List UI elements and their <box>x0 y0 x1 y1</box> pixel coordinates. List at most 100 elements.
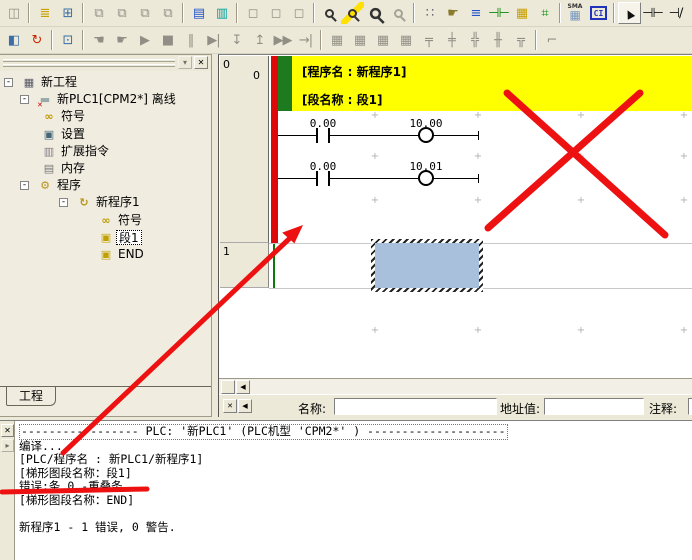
paste-z-icon: ⧉ <box>87 2 110 24</box>
view-x-icon: ◻ <box>264 2 287 24</box>
cross-reference-icon[interactable]: CI <box>587 2 610 24</box>
comment-input[interactable] <box>688 398 692 415</box>
tree-item-符号[interactable]: 符号 <box>0 213 211 229</box>
panel-gripper[interactable] <box>3 64 175 67</box>
coil-operand: 10.00 <box>402 117 450 130</box>
cursor-rung-bar <box>273 243 275 288</box>
toolbar-separator <box>82 30 84 50</box>
right-bus-tick <box>478 174 479 183</box>
tree-expander-icon[interactable]: - <box>20 181 29 190</box>
grid-cross: + <box>370 326 380 336</box>
tee-join-icon: ╦ <box>509 29 532 51</box>
tree-item-程序[interactable]: -程序 <box>0 178 211 194</box>
main-toolbar: ◫≣⊞⧉⧉⧉⧉▤▥◻◻◻∷☛≡⊣⊢▦⌗CI⊣⊢⊣∕ <box>0 0 692 27</box>
tree-item-符号[interactable]: 符号 <box>0 109 211 125</box>
step-number: 0 <box>253 69 260 82</box>
ladder-view-icon[interactable]: ▦ <box>510 2 533 24</box>
symbols-icon <box>97 213 115 228</box>
pause-hand-icon: ☚ <box>87 29 110 51</box>
program-name-text: [程序名 : 新程序1] <box>302 63 406 80</box>
tree-expander-icon[interactable]: - <box>4 78 13 87</box>
section-list-icon[interactable]: ▤ <box>187 2 210 24</box>
ladder-horizontal-scrollbar[interactable]: ◀ <box>219 378 692 394</box>
tree-item-扩展指令[interactable]: 扩展指令 <box>0 144 211 160</box>
paste-x-icon: ⧉ <box>110 2 133 24</box>
project-tree: -新工程-新PLC1[CPM2*] 离线符号设置扩展指令内存-程序-新程序1符号… <box>0 71 211 386</box>
tree-item-段1[interactable]: 段1 <box>0 230 211 246</box>
project-icon <box>20 75 38 90</box>
contact-bar <box>316 128 318 143</box>
contact-bar <box>316 171 318 186</box>
tree-expander-icon[interactable]: - <box>20 95 29 104</box>
output-side-strip: ✕ ▸ <box>0 421 15 560</box>
name-input[interactable] <box>334 398 497 415</box>
cx-programmer-window: { "colors": { "chrome": "#ece9d8", "hdr-… <box>0 0 692 560</box>
grid-toggle-icon[interactable]: ∷ <box>418 2 441 24</box>
tree-item-label: 符号 <box>116 213 144 228</box>
work-online-icon[interactable]: ◧ <box>2 29 25 51</box>
io-monitor-icon[interactable]: ⊣⊢ <box>487 2 510 24</box>
contact-operand: 0.00 <box>299 117 347 130</box>
toolbar-separator <box>613 3 615 23</box>
tree-item-label: 设置 <box>59 127 87 142</box>
panel-gripper[interactable] <box>3 59 175 62</box>
programs-icon <box>36 178 54 193</box>
monitor-window-3-icon: ▦ <box>371 29 394 51</box>
select-arrow-icon[interactable] <box>618 2 641 24</box>
zoom-fit-icon[interactable] <box>341 2 364 24</box>
grid-cross: + <box>576 152 586 162</box>
online-edit-icon[interactable]: ↻ <box>25 29 48 51</box>
output-line: [PLC/程序名 : 新PLC1/新程序1] <box>19 453 690 467</box>
right-bus-tick <box>478 131 479 140</box>
symbol-display-icon[interactable]: ☛ <box>441 2 464 24</box>
statusbar-left-button[interactable]: ◀ <box>238 399 252 413</box>
zoom-large-icon[interactable] <box>364 2 387 24</box>
rung-number: 0 <box>223 58 230 71</box>
run-to-end-icon: →| <box>294 29 317 51</box>
download-program-icon[interactable]: ≣ <box>33 2 56 24</box>
output-line <box>19 508 690 522</box>
main-area: ▾ ✕ -新工程-新PLC1[CPM2*] 离线符号设置扩展指令内存-程序-新程… <box>0 54 692 417</box>
rung-wire <box>278 135 478 136</box>
tree-item-label: 新程序1 <box>94 195 142 210</box>
selected-cell[interactable] <box>371 239 483 292</box>
ladder-drawing-area[interactable]: 0 0 1 [程序名 : 新程序1] [段名称 : 段1] 0.0010.000… <box>219 55 692 378</box>
tree-item-新PLC1[CPM2*] 离线[interactable]: -新PLC1[CPM2*] 离线 <box>0 92 211 108</box>
tree-item-设置[interactable]: 设置 <box>0 127 211 143</box>
watch-window-icon[interactable]: ▥ <box>210 2 233 24</box>
statusbar-close-button[interactable]: ✕ <box>223 399 237 413</box>
grid-cross: + <box>370 111 380 121</box>
grid-cross: + <box>370 152 380 162</box>
output-close-button[interactable]: ✕ <box>1 424 14 437</box>
rung-comment-icon[interactable]: ≡ <box>464 2 487 24</box>
zoom-in-icon[interactable] <box>318 2 341 24</box>
compile-output-text[interactable]: ----------------- PLC: '新PLC1' (PLC机型 'C… <box>17 421 692 560</box>
transfer-to-plc-icon[interactable]: ⊡ <box>56 29 79 51</box>
panel-close-button[interactable]: ✕ <box>194 56 208 69</box>
scroll-left-button[interactable]: ◀ <box>236 380 250 394</box>
grid-cross: + <box>473 111 483 121</box>
vertical-updown-icon: ╪ <box>440 29 463 51</box>
paste-minus-icon: ⧉ <box>156 2 179 24</box>
new-contact-icon[interactable]: ⊣⊢ <box>641 2 664 24</box>
address-input[interactable] <box>544 398 644 415</box>
tree-item-新程序1[interactable]: - 新程序1 <box>0 195 211 211</box>
grid-cross: + <box>473 196 483 206</box>
mnemonic-view-icon[interactable]: ⌗ <box>533 2 556 24</box>
rung-0-margin[interactable]: 0 0 <box>220 56 269 243</box>
tree-expander-icon[interactable]: - <box>59 198 68 207</box>
tree-item-新工程[interactable]: -新工程 <box>0 75 211 91</box>
comment-label: 注释: <box>649 400 677 417</box>
vertical-down-icon: ╤ <box>417 29 440 51</box>
panel-collapse-button[interactable]: ▾ <box>178 56 192 69</box>
sma-icon[interactable] <box>564 2 587 24</box>
rung-1-margin[interactable]: 1 <box>220 243 269 288</box>
horizontal-join-icon: ╬ <box>463 29 486 51</box>
scrollbar-splitter-box[interactable] <box>221 380 235 394</box>
tree-item-内存[interactable]: 内存 <box>0 161 211 177</box>
transfer-window-icon[interactable]: ⊞ <box>56 2 79 24</box>
tab-project[interactable]: 工程 <box>6 387 56 406</box>
output-nav-button[interactable]: ▸ <box>1 439 14 452</box>
tree-item-END[interactable]: END <box>0 247 211 263</box>
new-closed-contact-icon[interactable]: ⊣∕ <box>664 2 687 24</box>
